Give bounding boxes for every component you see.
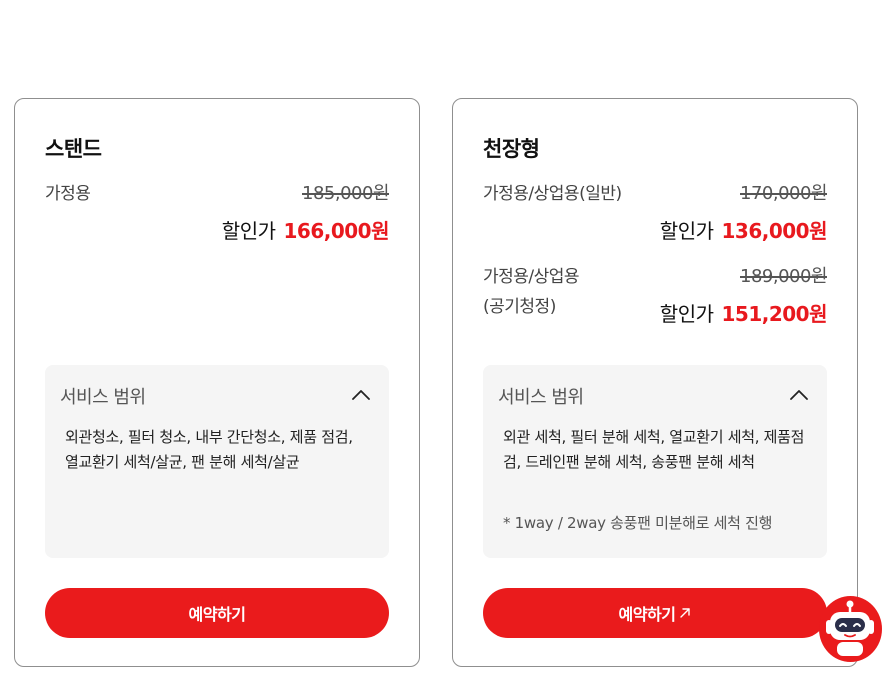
original-price: 185,000원 <box>302 183 390 204</box>
chevron-up-icon[interactable] <box>790 389 808 401</box>
price-label-line1: 가정용/상업용 <box>483 267 580 287</box>
card-title: 스탠드 <box>45 137 102 161</box>
sale-price: 136,000원 <box>721 219 828 243</box>
book-button-label: 예약하기 <box>188 605 246 624</box>
chatbot-button[interactable] <box>819 596 882 662</box>
sale-label: 할인가 <box>659 302 714 326</box>
service-scope-description: 외관청소, 필터 청소, 내부 간단청소, 제품 점검, 열교환기 세척/살균,… <box>65 428 353 471</box>
service-scope-description: 외관 세척, 필터 분해 세척, 열교환기 세척, 제품점검, 드레인팬 분해 … <box>503 428 805 471</box>
original-price: 170,000원 <box>740 183 828 204</box>
price-row: 가정용/상업용(일반) 170,000원 할인가 136,000원 <box>483 179 828 249</box>
arrow-up-right-icon <box>680 608 691 618</box>
price-row: 가정용/상업용 (공기청정) 189,000원 할인가 151,200원 <box>483 262 828 332</box>
service-scope-toggle[interactable]: 서비스 범위 <box>498 379 812 413</box>
original-price: 189,000원 <box>740 266 828 287</box>
service-scope-note: * 1way / 2way 송풍팬 미분해로 세척 진행 <box>503 514 773 532</box>
service-scope-panel: 서비스 범위 외관청소, 필터 청소, 내부 간단청소, 제품 점검, 열교환기… <box>45 365 389 558</box>
price-label-line2: (공기청정) <box>483 297 556 317</box>
price-label: 가정용/상업용(일반) <box>483 184 622 204</box>
sale-price-line: 할인가 166,000원 <box>221 216 390 246</box>
price-label: 가정용 <box>45 184 91 204</box>
card-title: 천장형 <box>483 137 540 161</box>
service-scope-toggle[interactable]: 서비스 범위 <box>60 379 374 413</box>
book-button[interactable]: 예약하기 <box>45 588 389 638</box>
sale-price: 166,000원 <box>283 219 390 243</box>
service-scope-panel: 서비스 범위 외관 세척, 필터 분해 세척, 열교환기 세척, 제품점검, 드… <box>483 365 827 558</box>
chevron-up-icon[interactable] <box>352 389 370 401</box>
robot-icon <box>826 600 874 656</box>
sale-price: 151,200원 <box>721 302 828 326</box>
product-card-ceiling: 천장형 가정용/상업용(일반) 170,000원 할인가 136,000원 가정용… <box>452 98 858 667</box>
sale-label: 할인가 <box>221 219 276 243</box>
product-card-stand: 스탠드 가정용 185,000원 할인가 166,000원 서비스 범위 외관청소… <box>14 98 420 667</box>
sale-price-line: 할인가 136,000원 <box>659 216 828 246</box>
service-scope-title: 서비스 범위 <box>60 387 146 408</box>
service-scope-title: 서비스 범위 <box>498 387 584 408</box>
sale-price-line: 할인가 151,200원 <box>659 299 828 329</box>
price-row: 가정용 185,000원 할인가 166,000원 <box>45 179 390 249</box>
book-button[interactable]: 예약하기 <box>483 588 827 638</box>
sale-label: 할인가 <box>659 219 714 243</box>
price-label: 가정용/상업용 (공기청정) <box>483 262 580 322</box>
book-button-label: 예약하기 <box>618 605 676 624</box>
